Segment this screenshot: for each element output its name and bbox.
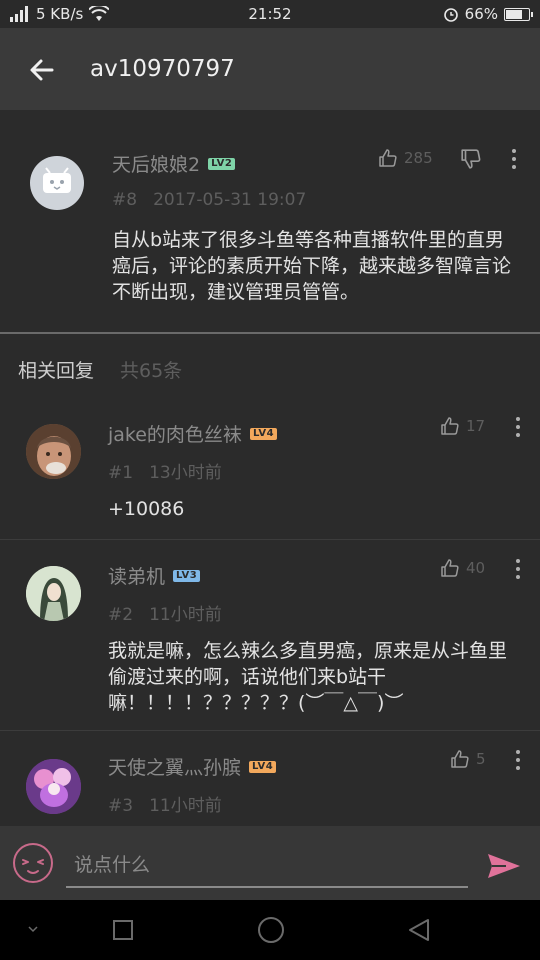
comment-meta: #1 13小时前 (108, 458, 222, 483)
comment-time: 13小时前 (149, 463, 222, 483)
battery-percent: 66% (464, 5, 498, 23)
level-badge: LV4 (249, 760, 277, 773)
main-comment: 天后娘娘2 LV2 #8 2017-05-31 19:07 285 自从b站来了很… (0, 110, 540, 334)
username[interactable]: 读弟机 LV3 (108, 562, 201, 589)
username-text: 读弟机 (108, 566, 166, 588)
reply-item: jake的肉色丝袜 LV4 #1 13小时前 17 +10086 (0, 396, 540, 540)
username-text: 天使之翼灬孙膑 (108, 757, 242, 779)
comment-meta: #3 11小时前 (108, 791, 222, 816)
thumb-up-icon (441, 559, 459, 577)
back-triangle-icon[interactable] (406, 917, 432, 943)
collapse-chevron-icon[interactable] (26, 922, 40, 936)
like-count: 40 (466, 559, 486, 577)
more-options-icon[interactable] (512, 558, 524, 580)
alarm-icon (443, 8, 458, 22)
floor-number: #1 (108, 463, 134, 483)
level-badge: LV2 (208, 157, 236, 170)
user-avatar-icon (26, 566, 81, 621)
default-avatar-icon (43, 167, 71, 193)
system-nav-bar (0, 900, 540, 960)
comment-text: +10086 (108, 498, 185, 520)
like-button[interactable]: 285 (378, 148, 433, 168)
user-avatar-icon (26, 424, 81, 479)
username[interactable]: 天使之翼灬孙膑 LV4 (108, 753, 277, 780)
floor-number: #3 (108, 796, 134, 816)
comment-input-bar (0, 826, 540, 900)
thumb-up-icon (441, 417, 459, 435)
username[interactable]: 天后娘娘2 LV2 (112, 150, 236, 177)
thumb-up-icon (451, 750, 469, 768)
like-count: 285 (404, 149, 433, 167)
like-button[interactable]: 5 (450, 749, 486, 769)
username-text: 天后娘娘2 (112, 154, 201, 176)
comment-datetime: 2017-05-31 19:07 (153, 190, 307, 210)
more-options-icon[interactable] (512, 416, 524, 438)
thumb-up-icon (379, 149, 397, 167)
like-count: 5 (476, 750, 486, 768)
comment-meta: #8 2017-05-31 19:07 (112, 190, 306, 210)
avatar[interactable] (26, 424, 81, 479)
username-text: jake的肉色丝袜 (108, 424, 242, 446)
level-badge: LV4 (249, 427, 278, 440)
comment-meta: #2 11小时前 (108, 600, 222, 625)
like-button[interactable]: 40 (440, 558, 485, 578)
comment-time: 11小时前 (149, 796, 222, 816)
app-bar: av10970797 (0, 28, 540, 110)
send-icon[interactable] (484, 846, 524, 886)
more-options-icon[interactable] (508, 148, 520, 170)
user-avatar-icon (26, 759, 81, 814)
more-options-icon[interactable] (512, 749, 524, 771)
home-icon[interactable] (257, 916, 285, 944)
replies-header: 相关回复 共65条 (0, 334, 540, 396)
battery-icon (504, 7, 533, 21)
comment-time: 11小时前 (149, 605, 222, 625)
floor-number: #2 (108, 605, 134, 625)
status-bar: 5 KB/s 21:52 66% (0, 0, 540, 28)
thumb-down-icon[interactable] (460, 148, 482, 170)
emoji-icon[interactable] (12, 842, 54, 884)
avatar[interactable] (26, 566, 81, 621)
like-count: 17 (466, 417, 486, 435)
avatar[interactable] (30, 156, 84, 210)
replies-count: 共65条 (120, 360, 183, 382)
level-badge: LV3 (173, 569, 201, 582)
comment-text: 我就是嘛，怎么辣么多直男癌，原来是从斗鱼里偷渡过来的啊，话说他们来b站干嘛！！！… (108, 640, 508, 714)
avatar[interactable] (26, 759, 81, 814)
comment-text: 自从b站来了很多斗鱼等各种直播软件里的直男癌后，评论的素质开始下降，越来越多智障… (112, 229, 512, 303)
back-arrow-icon[interactable] (26, 54, 58, 86)
username[interactable]: jake的肉色丝袜 LV4 (108, 420, 278, 447)
reply-item: 读弟机 LV3 #2 11小时前 40 我就是嘛，怎么辣么多直男癌，原来是从斗鱼里… (0, 540, 540, 731)
comment-input[interactable] (66, 844, 468, 888)
floor-number: #8 (112, 190, 138, 210)
recent-apps-icon[interactable] (112, 919, 134, 941)
reply-item: 天使之翼灬孙膑 LV4 #3 11小时前 5 (0, 731, 540, 826)
page-title: av10970797 (90, 56, 235, 82)
like-button[interactable]: 17 (440, 416, 485, 436)
replies-title: 相关回复 (18, 360, 95, 382)
